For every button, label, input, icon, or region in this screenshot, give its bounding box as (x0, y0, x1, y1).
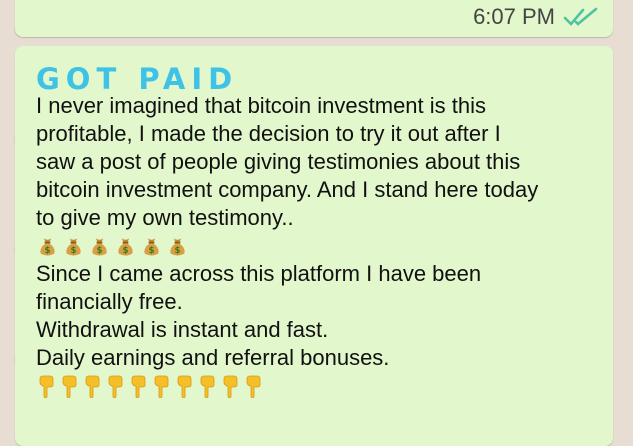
svg-text:$: $ (71, 246, 77, 256)
svg-text:$: $ (97, 246, 103, 256)
money-bag-emoji-icon: $ (166, 234, 189, 258)
message-headline: GOT PAID (36, 62, 239, 96)
pointing-down-emoji-icon (243, 374, 263, 398)
money-bag-emoji-icon: $ (140, 234, 163, 258)
pointing-down-emoji-icon (82, 374, 102, 398)
pointing-down-emoji-icon (151, 374, 171, 398)
message-line: financially free. (36, 289, 183, 314)
message-body: I never imagined that bitcoin investment… (36, 92, 606, 400)
message-line: Withdrawal is instant and fast. (36, 317, 329, 342)
money-bag-emoji-row: $ $ $ $ $ $ (36, 232, 606, 260)
message-line: profitable, I made the decision to try i… (36, 121, 501, 146)
pointing-down-emoji-icon (59, 374, 79, 398)
pointing-down-emoji-icon (197, 374, 217, 398)
message-time: 6:07 PM (473, 4, 555, 29)
pointing-down-emoji-icon (128, 374, 148, 398)
message-line: I never imagined that bitcoin investment… (36, 93, 487, 118)
money-bag-emoji-icon: $ (36, 234, 59, 258)
svg-text:$: $ (149, 246, 155, 256)
message-meta: 6:07 PM (473, 4, 599, 30)
pointing-down-emoji-icon (174, 374, 194, 398)
svg-text:$: $ (45, 246, 51, 256)
pointing-down-emoji-icon (36, 374, 56, 398)
svg-text:$: $ (123, 246, 129, 256)
pointing-down-emoji-row (36, 372, 606, 400)
previous-message-bubble[interactable]: 6:07 PM (15, 0, 613, 37)
money-bag-emoji-icon: $ (88, 234, 111, 258)
money-bag-emoji-icon: $ (62, 234, 85, 258)
pointing-down-emoji-icon (105, 374, 125, 398)
message-line: saw a post of people giving testimonies … (36, 149, 521, 174)
double-check-read-icon (563, 6, 599, 28)
message-bubble[interactable]: GOT PAID I never imagined that bitcoin i… (15, 46, 613, 446)
message-line: Daily earnings and referral bonuses. (36, 345, 390, 370)
money-bag-emoji-icon: $ (114, 234, 137, 258)
svg-text:$: $ (175, 246, 181, 256)
pointing-down-emoji-icon (220, 374, 240, 398)
message-line: Since I came across this platform I have… (36, 261, 482, 286)
message-line: to give my own testimony.. (36, 205, 294, 230)
message-line: bitcoin investment company. And I stand … (36, 177, 539, 202)
